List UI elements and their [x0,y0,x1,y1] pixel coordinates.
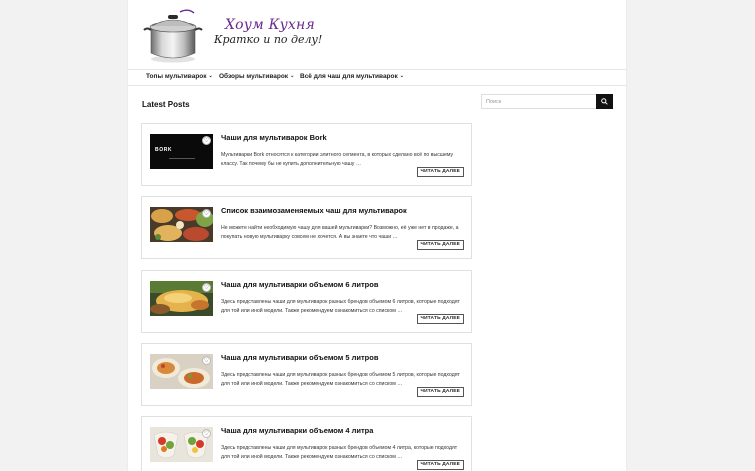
search-input[interactable] [481,94,597,109]
nav-item-label: Всё для чаш для мультиварок [300,73,398,80]
chevron-down-icon: ⌄ [290,73,295,79]
pot-logo-icon[interactable] [142,6,204,64]
post-title[interactable]: Чаша для мультиварки объемом 5 литров [221,353,461,362]
post-thumbnail[interactable]: ♡ [150,281,213,316]
nav-item-tops[interactable]: Топы мультиварок ⌄ [146,73,213,80]
heart-icon[interactable]: ♡ [202,283,211,292]
post-thumbnail[interactable]: ♡ [150,207,213,242]
post-thumbnail[interactable]: ♡ [150,354,213,389]
read-more-button[interactable]: ЧИТАТЬ ДАЛЕЕ [416,240,464,250]
main-nav: Топы мультиварок ⌄ Обзоры мультиварок ⌄ Вс… [128,69,626,86]
section-title: Latest Posts [142,100,190,109]
heart-icon[interactable]: ♡ [202,136,211,145]
nav-item-reviews[interactable]: Обзоры мультиварок ⌄ [219,73,294,80]
post-excerpt: Здесь представлены чаши для мультиварок … [221,299,460,314]
read-more-button[interactable]: ЧИТАТЬ ДАЛЕЕ [416,387,464,397]
bork-logo-text: BORK [155,147,173,153]
post-title[interactable]: Чаша для мультиварки объемом 6 литров [221,280,461,289]
post-title[interactable]: Список взаимозаменяемых чаш для мультива… [221,206,461,215]
page-container: Хоум Кухня Кратко и по делу! Топы мульти… [128,0,626,471]
nav-item-bowls[interactable]: Всё для чаш для мультиварок ⌄ [300,73,404,80]
search-icon [601,98,608,105]
heart-icon[interactable]: ♡ [202,429,211,438]
nav-item-label: Топы мультиварок [146,73,207,80]
post-title[interactable]: Чаши для мультиварок Bork [221,133,461,142]
site-tagline: Кратко и по делу! [214,33,323,46]
post-excerpt: Не можете найти необходимую чашу для ваш… [221,225,459,240]
chevron-down-icon: ⌄ [208,73,213,79]
read-more-button[interactable]: ЧИТАТЬ ДАЛЕЕ [416,460,464,470]
post-excerpt: Мультиварки Bork относятся к категории э… [221,152,454,167]
read-more-button[interactable]: ЧИТАТЬ ДАЛЕЕ [416,167,464,177]
nav-item-label: Обзоры мультиварок [219,73,289,80]
post-thumbnail[interactable]: BORK ♡ [150,134,213,169]
read-more-button[interactable]: ЧИТАТЬ ДАЛЕЕ [416,314,464,324]
post-excerpt: Здесь представлены чаши для мультиварок … [221,372,460,387]
post-card: ♡ Чаша для мультиварки объемом 6 литров … [141,270,472,333]
post-card: BORK ♡ Чаши для мультиварок Bork Мультив… [141,123,472,186]
post-thumbnail[interactable]: ♡ [150,427,213,462]
chevron-down-icon: ⌄ [399,73,404,79]
post-excerpt: Здесь представлены чаши для мультиварок … [221,445,458,460]
thumb-divider [169,158,195,159]
search-button[interactable] [596,94,613,109]
heart-icon[interactable]: ♡ [202,356,211,365]
post-title[interactable]: Чаша для мультиварки объемом 4 литра [221,426,461,435]
post-card: ♡ Чаша для мультиварки объемом 5 литров … [141,343,472,406]
post-card: ♡ Чаша для мультиварки объемом 4 литра З… [141,416,472,471]
site-name[interactable]: Хоум Кухня [225,17,315,33]
heart-icon[interactable]: ♡ [202,209,211,218]
post-card: ♡ Список взаимозаменяемых чаш для мульти… [141,196,472,259]
